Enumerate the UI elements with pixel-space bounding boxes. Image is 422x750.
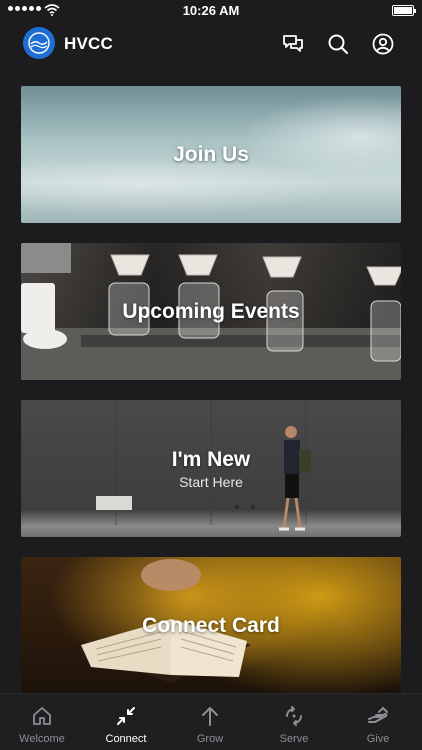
tab-label: Connect [105,733,147,745]
card-title: Upcoming Events [122,300,300,323]
app-header: HVCC [0,22,422,66]
tab-label: Give [366,733,390,745]
tab-label: Serve [279,733,309,745]
connect-card-card[interactable]: Connect Card [21,557,401,694]
search-icon[interactable] [326,32,350,56]
card-title: Connect Card [142,614,280,637]
tab-label: Grow [196,733,224,745]
join-us-card[interactable]: Join Us [21,86,401,223]
card-title: Join Us [173,143,249,166]
profile-icon[interactable] [371,32,395,56]
chat-icon[interactable] [281,32,305,56]
give-icon [368,706,388,723]
card-subtitle: Start Here [179,474,243,490]
tab-label: Welcome [19,733,65,745]
app-title: HVCC [64,34,113,53]
church-logo[interactable] [23,27,55,59]
upcoming-events-card[interactable]: Upcoming Events [21,243,401,380]
connect-icon [117,707,135,725]
tab-give[interactable]: Give [336,694,420,750]
battery-icon [392,5,416,16]
status-bar: 10:26 AM [0,0,422,22]
serve-icon [286,706,302,726]
home-icon [33,707,51,725]
status-time: 10:26 AM [182,3,240,18]
card-title: I'm New [171,448,251,471]
tab-grow[interactable]: Grow [168,694,252,750]
im-new-card[interactable]: I'm New Start Here [21,400,401,537]
tab-welcome[interactable]: Welcome [0,694,84,750]
logo-icon [28,32,50,54]
tab-bar: Welcome Connect Grow Serve Give [0,693,422,750]
tab-connect[interactable]: Connect [84,694,168,750]
tab-serve[interactable]: Serve [252,694,336,750]
arrow-up-icon [202,707,218,726]
